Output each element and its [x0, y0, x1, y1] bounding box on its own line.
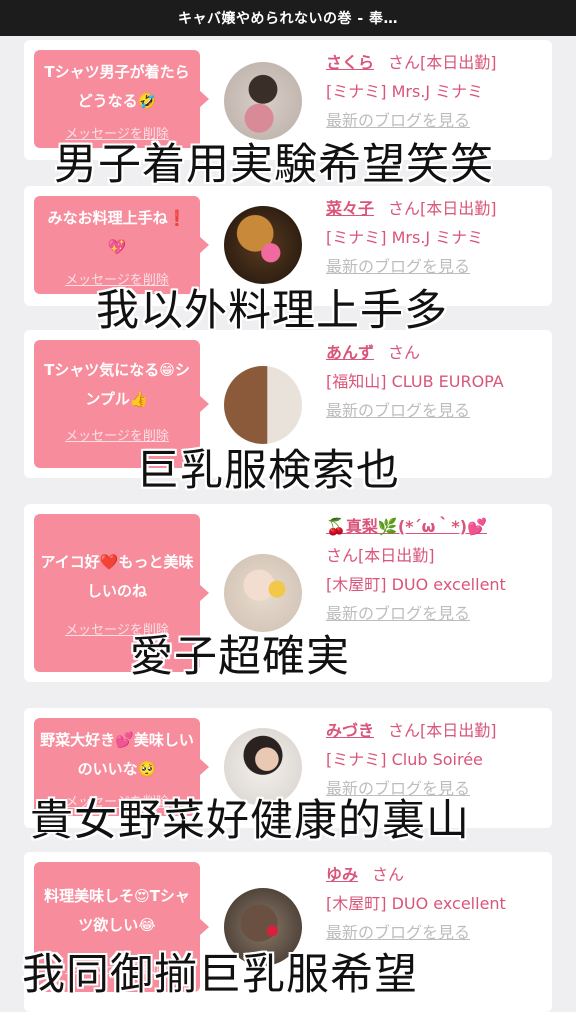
avatar[interactable] — [224, 366, 302, 444]
overlay-caption: 貴女野菜好健康的裏山 — [30, 796, 470, 846]
page-title: キャバ嬢やめられないの巻 - 奉… — [177, 11, 399, 27]
profile-name-link[interactable]: みづき — [326, 721, 374, 740]
overlay-caption: 我同御揃巨乳服希望 — [22, 950, 418, 1000]
message-text: アイコ好❤️もっと美味しいのね — [40, 553, 194, 600]
avatar[interactable] — [224, 206, 302, 284]
message-text: Tシャツ気になる😁シンプル👍 — [44, 361, 190, 408]
message-text: 料理美味しそ😍Tシャツ欲しい😂 — [44, 887, 190, 934]
overlay-caption: 愛子超確実 — [130, 632, 350, 682]
avatar[interactable] — [224, 62, 302, 140]
shop-label: [ミナミ] Mrs.J ミナミ — [326, 228, 484, 247]
profile-name-link[interactable]: ゆみ — [326, 865, 358, 884]
profile-info: あんず さん [福知山] CLUB EUROPA 最新のブログを見る — [326, 338, 544, 425]
message-text: 野菜大好き💕美味しいのいいな🥺 — [40, 731, 194, 778]
avatar[interactable] — [224, 554, 302, 632]
shop-label: [木屋町] DUO excellent — [326, 894, 506, 913]
status-label: さん[本日出勤] — [326, 546, 435, 565]
shop-label: [福知山] CLUB EUROPA — [326, 372, 504, 391]
profile-name-link[interactable]: 🍒真梨🌿(*´ω｀*)💕 — [326, 512, 544, 541]
message-text: みなお料理上手ね❗💖 — [47, 209, 187, 256]
overlay-caption: 男子着用実験希望笑笑 — [54, 140, 494, 190]
shop-label: [木屋町] DUO excellent — [326, 575, 506, 594]
window-title-bar: キャバ嬢やめられないの巻 - 奉… — [0, 0, 576, 36]
latest-blog-link[interactable]: 最新のブログを見る — [326, 396, 544, 425]
profile-info: さくら さん[本日出勤] [ミナミ] Mrs.J ミナミ 最新のブログを見る — [326, 48, 544, 135]
status-label: さん[本日出勤] — [388, 721, 497, 740]
profile-info: 菜々子 さん[本日出勤] [ミナミ] Mrs.J ミナミ 最新のブログを見る — [326, 194, 544, 281]
shop-label: [ミナミ] Mrs.J ミナミ — [326, 82, 484, 101]
profile-name-link[interactable]: さくら — [326, 53, 374, 72]
status-label: さん — [372, 865, 405, 884]
status-label: さん — [388, 343, 421, 362]
profile-name-link[interactable]: あんず — [326, 343, 374, 362]
overlay-caption: 巨乳服検索也 — [136, 446, 400, 496]
latest-blog-link[interactable]: 最新のブログを見る — [326, 599, 544, 628]
profile-info: 🍒真梨🌿(*´ω｀*)💕 さん[本日出勤] [木屋町] DUO excellen… — [326, 512, 544, 628]
profile-name-link[interactable]: 菜々子 — [326, 199, 374, 218]
status-label: さん[本日出勤] — [388, 199, 497, 218]
status-label: さん[本日出勤] — [388, 53, 497, 72]
profile-info: ゆみ さん [木屋町] DUO excellent 最新のブログを見る — [326, 860, 544, 947]
shop-label: [ミナミ] Club Soirée — [326, 750, 483, 769]
overlay-caption: 我以外料理上手多 — [96, 286, 448, 336]
message-text: Tシャツ男子が着たらどうなる🤣 — [44, 63, 190, 110]
